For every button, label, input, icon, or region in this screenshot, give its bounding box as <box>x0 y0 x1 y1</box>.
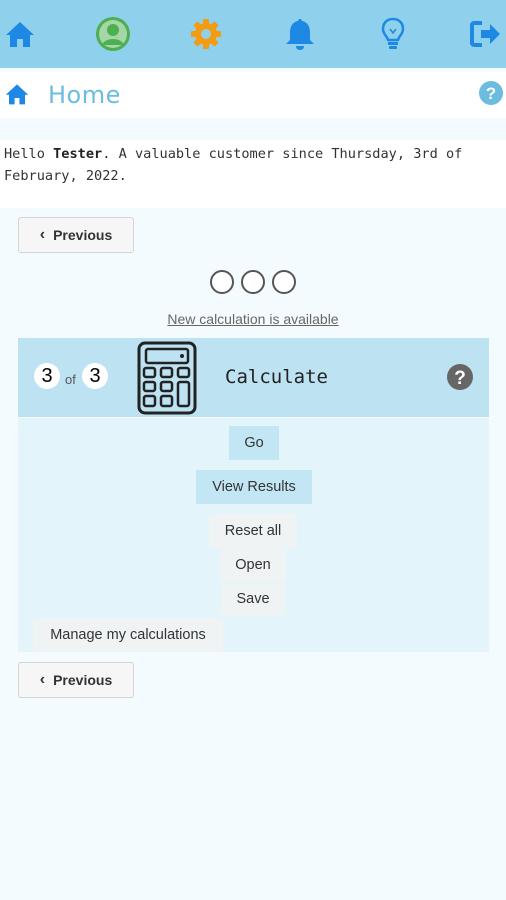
bell-icon <box>286 19 314 50</box>
logout-icon <box>470 21 500 47</box>
go-button[interactable]: Go <box>229 426 279 460</box>
lightbulb-icon <box>381 17 405 49</box>
previous-label: Previous <box>53 227 113 243</box>
top-nav-bar <box>0 0 506 68</box>
nav-logout-button[interactable] <box>466 14 506 54</box>
previous-button-bottom[interactable]: ‹ Previous <box>18 662 134 698</box>
help-icon[interactable]: ? <box>478 80 504 106</box>
nav-profile-button[interactable] <box>93 14 133 54</box>
greeting-prefix: Hello <box>4 146 54 162</box>
open-button[interactable]: Open <box>220 549 286 581</box>
nav-settings-button[interactable] <box>186 14 226 54</box>
chevron-left-icon: ‹ <box>39 671 46 688</box>
customer-name: Tester <box>53 146 103 162</box>
nav-home-button[interactable] <box>0 14 40 54</box>
help-icon[interactable]: ? <box>446 363 474 391</box>
nav-notifications-button[interactable] <box>280 14 320 54</box>
page-title: Home <box>48 81 121 109</box>
current-step-badge: 3 <box>34 363 60 389</box>
calculator-icon <box>137 341 197 415</box>
page-header: Home ? <box>0 72 506 118</box>
card-title: Calculate <box>225 366 328 388</box>
home-icon <box>5 84 29 105</box>
svg-text:?: ? <box>486 84 496 103</box>
step-indicator <box>210 270 296 294</box>
previous-label: Previous <box>53 672 113 688</box>
calculate-card-body: Go View Results Reset all Open Save Mana… <box>18 418 489 652</box>
save-button[interactable]: Save <box>221 583 285 615</box>
chevron-left-icon: ‹ <box>39 226 46 243</box>
manage-calculations-button[interactable]: Manage my calculations <box>33 618 223 652</box>
previous-button-top[interactable]: ‹ Previous <box>18 217 134 253</box>
calculate-card-header: 3 of 3 Calculate ? <box>18 338 489 417</box>
gear-icon <box>191 19 221 49</box>
total-steps-badge: 3 <box>82 363 108 389</box>
new-calculation-link[interactable]: New calculation is available <box>0 311 506 327</box>
greeting-text: Hello Tester. A valuable customer since … <box>4 143 504 187</box>
step-of-label: of <box>65 372 76 387</box>
reset-all-button[interactable]: Reset all <box>209 514 297 548</box>
view-results-button[interactable]: View Results <box>196 470 312 504</box>
user-avatar-icon <box>96 17 130 51</box>
nav-tips-button[interactable] <box>373 14 413 54</box>
svg-text:?: ? <box>454 368 466 389</box>
home-icon <box>6 22 34 47</box>
step-dot-3[interactable] <box>272 270 296 294</box>
step-dot-2[interactable] <box>241 270 265 294</box>
step-dot-1[interactable] <box>210 270 234 294</box>
